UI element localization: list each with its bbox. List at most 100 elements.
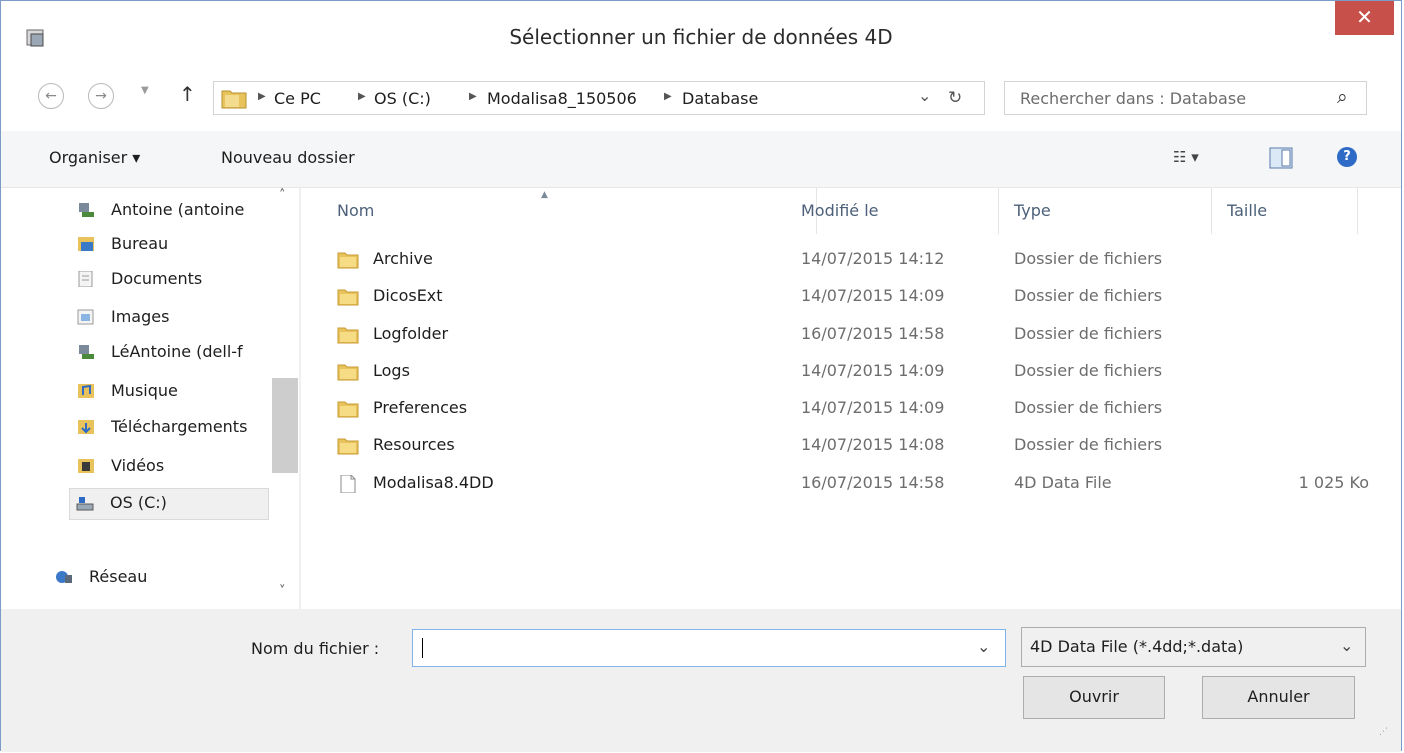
- network-icon: [56, 571, 72, 583]
- breadcrumb-separator-icon: ▶: [258, 91, 266, 102]
- column-divider[interactable]: [1357, 188, 1358, 234]
- breadcrumb-os-c[interactable]: OS (C:): [374, 89, 431, 108]
- file-date: 16/07/2015 14:58: [801, 473, 945, 492]
- sidebar-item-network[interactable]: Réseau: [49, 563, 247, 593]
- file-name: Preferences: [373, 398, 468, 417]
- sidebar-item-videos[interactable]: Vidéos: [71, 452, 269, 482]
- sidebar-item-label: Musique: [111, 381, 178, 400]
- file-type: Dossier de fichiers: [1014, 398, 1163, 417]
- command-toolbar: Organiser ▾ Nouveau dossier ☷ ▾ ?: [1, 131, 1401, 188]
- sidebar-item-os-c[interactable]: OS (C:): [69, 488, 269, 520]
- breadcrumb-this-pc[interactable]: Ce PC: [274, 89, 321, 108]
- view-options-icon[interactable]: ☷ ▾: [1173, 148, 1199, 166]
- breadcrumb-database[interactable]: Database: [682, 89, 758, 108]
- navigation-pane[interactable]: Antoine (antoine Bureau Documents Images…: [1, 188, 299, 609]
- file-date: 14/07/2015 14:08: [801, 435, 945, 454]
- help-icon[interactable]: ?: [1337, 147, 1357, 167]
- list-item[interactable]: Logs 14/07/2015 14:09 Dossier de fichier…: [337, 355, 1401, 392]
- videos-icon: [78, 459, 94, 473]
- network-user-icon: [79, 345, 94, 359]
- column-header-name[interactable]: Nom: [337, 201, 374, 220]
- sidebar-item-musique[interactable]: Musique: [71, 377, 269, 407]
- file-type: Dossier de fichiers: [1014, 249, 1163, 268]
- sidebar-item-label: Bureau: [111, 234, 169, 253]
- network-user-icon: [79, 203, 94, 217]
- refresh-icon[interactable]: ↻: [948, 88, 962, 108]
- close-button[interactable]: ✕: [1335, 1, 1394, 35]
- file-name: Logfolder: [373, 324, 449, 343]
- breadcrumb-separator-icon: ▶: [664, 91, 672, 102]
- search-placeholder: Rechercher dans : Database: [1020, 89, 1247, 108]
- sidebar-item-label: Documents: [111, 269, 203, 288]
- back-button[interactable]: ←: [38, 83, 64, 109]
- filename-input[interactable]: ⌄: [412, 629, 1006, 667]
- sidebar-scrollbar-thumb[interactable]: [272, 378, 298, 473]
- file-type: Dossier de fichiers: [1014, 435, 1163, 454]
- dialog-footer: Nom du fichier : ⌄ 4D Data File (*.4dd;*…: [1, 609, 1401, 752]
- breadcrumb-modalisa[interactable]: Modalisa8_150506: [487, 89, 637, 108]
- column-header-size[interactable]: Taille: [1227, 201, 1267, 220]
- sidebar-item-images[interactable]: Images: [71, 303, 269, 333]
- sidebar-item-label: Réseau: [89, 567, 148, 586]
- scroll-up-icon[interactable]: ˄: [279, 188, 286, 203]
- file-type: 4D Data File: [1014, 473, 1112, 492]
- file-name: Archive: [373, 249, 433, 268]
- search-icon[interactable]: ⌕: [1337, 86, 1348, 108]
- scroll-down-icon[interactable]: ˅: [279, 584, 286, 599]
- sort-ascending-icon: ▲: [541, 190, 548, 200]
- file-type: Dossier de fichiers: [1014, 286, 1163, 305]
- sidebar-item-antoine[interactable]: Antoine (antoine: [71, 196, 269, 226]
- pictures-icon: [77, 309, 94, 325]
- breadcrumb-separator-icon: ▶: [469, 91, 477, 102]
- search-box[interactable]: Rechercher dans : Database ⌕: [1004, 81, 1367, 115]
- column-divider[interactable]: [1211, 188, 1212, 234]
- list-item[interactable]: DicosExt 14/07/2015 14:09 Dossier de fic…: [337, 280, 1401, 317]
- sidebar-item-label: LéAntoine (dell-f: [111, 342, 243, 361]
- preview-pane-icon[interactable]: [1269, 147, 1293, 169]
- breadcrumb-separator-icon: ▶: [358, 91, 366, 102]
- file-type: Dossier de fichiers: [1014, 361, 1163, 380]
- title-bar[interactable]: Sélectionner un fichier de données 4D ✕: [1, 1, 1401, 65]
- list-item[interactable]: Logfolder 16/07/2015 14:58 Dossier de fi…: [337, 318, 1401, 355]
- list-item[interactable]: Preferences 14/07/2015 14:09 Dossier de …: [337, 392, 1401, 429]
- drive-icon: [76, 497, 94, 511]
- column-header-modified[interactable]: Modifié le: [801, 201, 879, 220]
- file-list[interactable]: ▲ Nom Modifié le Type Taille Archive 14/…: [301, 188, 1401, 609]
- sidebar-item-label: Téléchargements: [111, 417, 248, 436]
- file-name: Logs: [373, 361, 410, 380]
- file-name: DicosExt: [373, 286, 443, 305]
- forward-button[interactable]: →: [88, 83, 114, 109]
- sidebar-item-bureau[interactable]: Bureau: [71, 230, 269, 260]
- address-dropdown-icon[interactable]: ⌄: [918, 86, 931, 105]
- open-button[interactable]: Ouvrir: [1023, 676, 1165, 719]
- file-date: 16/07/2015 14:58: [801, 324, 945, 343]
- filetype-value: 4D Data File (*.4dd;*.data): [1030, 637, 1244, 656]
- organize-menu-button[interactable]: Organiser ▾: [49, 148, 140, 167]
- list-item[interactable]: Modalisa8.4DD 16/07/2015 14:58 4D Data F…: [337, 467, 1401, 504]
- column-divider[interactable]: [998, 188, 999, 234]
- column-header-type[interactable]: Type: [1014, 201, 1051, 220]
- list-item[interactable]: Resources 14/07/2015 14:08 Dossier de fi…: [337, 429, 1401, 466]
- folder-icon: [337, 401, 359, 418]
- file-dialog-window: Sélectionner un fichier de données 4D ✕ …: [0, 0, 1402, 752]
- filename-label: Nom du fichier :: [251, 639, 380, 658]
- sidebar-item-telechargements[interactable]: Téléchargements: [71, 413, 269, 443]
- new-folder-button[interactable]: Nouveau dossier: [221, 148, 355, 167]
- file-name: Resources: [373, 435, 455, 454]
- filetype-select[interactable]: 4D Data File (*.4dd;*.data) ⌄: [1021, 627, 1366, 667]
- folder-icon: [337, 364, 359, 381]
- list-item[interactable]: Archive 14/07/2015 14:12 Dossier de fich…: [337, 243, 1401, 280]
- up-arrow-icon[interactable]: ↑: [179, 82, 196, 106]
- file-name: Modalisa8.4DD: [373, 473, 494, 492]
- file-date: 14/07/2015 14:09: [801, 361, 945, 380]
- filename-dropdown-icon[interactable]: ⌄: [977, 637, 990, 656]
- cancel-button[interactable]: Annuler: [1202, 676, 1355, 719]
- filetype-dropdown-icon[interactable]: ⌄: [1340, 636, 1353, 655]
- folder-icon: [337, 327, 359, 344]
- recent-locations-chevron-icon[interactable]: ▼: [141, 85, 149, 96]
- address-bar[interactable]: ▶ Ce PC ▶ OS (C:) ▶ Modalisa8_150506 ▶ D…: [213, 81, 985, 115]
- sidebar-item-leantoine[interactable]: LéAntoine (dell-f: [71, 338, 269, 368]
- file-date: 14/07/2015 14:09: [801, 286, 945, 305]
- resize-grip-icon[interactable]: ⋰: [1379, 727, 1388, 737]
- sidebar-item-documents[interactable]: Documents: [71, 265, 269, 295]
